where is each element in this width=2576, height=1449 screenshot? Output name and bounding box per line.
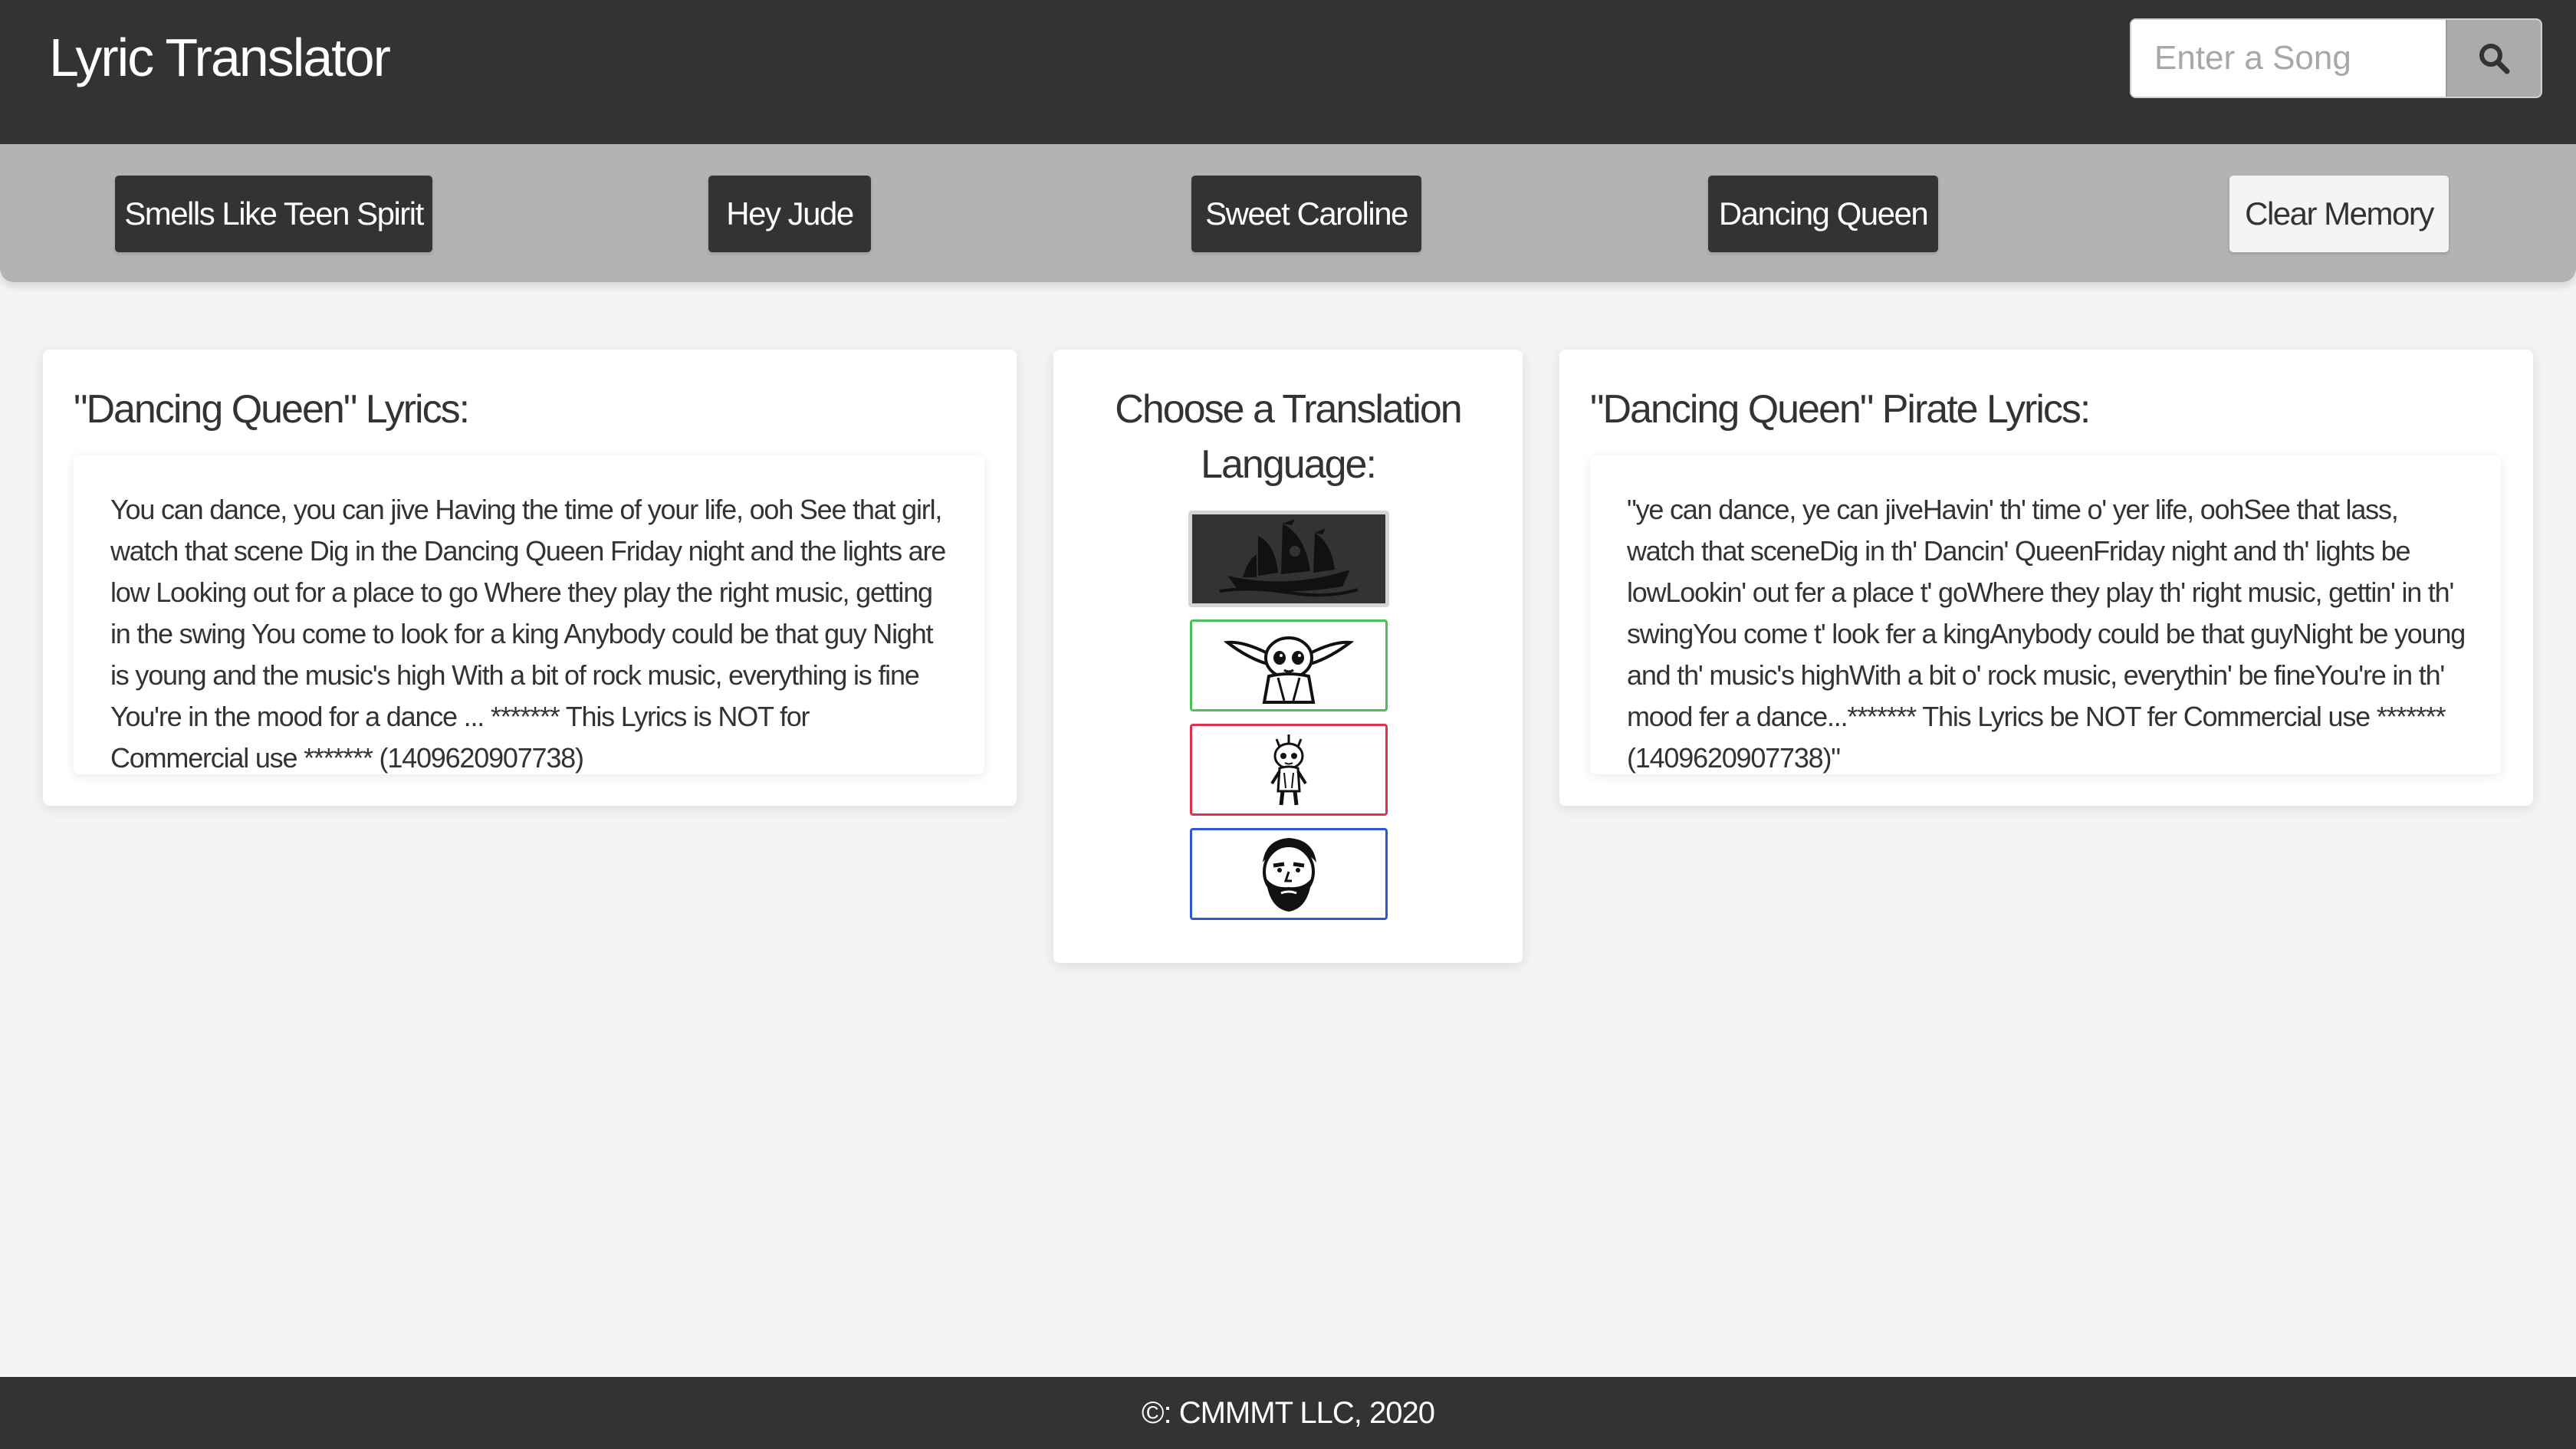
translated-lyrics-text: "ye can dance, ye can jiveHavin' th' tim… — [1590, 455, 2501, 774]
pirate-ship-icon — [1219, 519, 1359, 597]
language-chooser-title: Choose a Translation Language: — [1115, 387, 1462, 487]
translated-lyrics-title: "Dancing Queen" Pirate Lyrics: — [1590, 387, 2091, 432]
copyright-text: ©: CMMMT LLC, 2020 — [1142, 1396, 1435, 1430]
clear-memory-button[interactable]: Clear Memory — [2229, 176, 2449, 252]
page-footer: ©: CMMMT LLC, 2020 — [0, 1377, 2576, 1449]
search-input[interactable] — [2131, 20, 2446, 97]
translated-lyrics-card: "Dancing Queen" Pirate Lyrics: "ye can d… — [1559, 350, 2533, 806]
language-pirate-button[interactable] — [1188, 511, 1389, 607]
language-hodor-button[interactable] — [1190, 828, 1388, 920]
search-button[interactable] — [2446, 20, 2541, 97]
app-title: Lyric Translator — [49, 28, 391, 87]
app-header: Lyric Translator — [0, 0, 2576, 144]
search-icon — [2479, 44, 2510, 74]
hodor-icon — [1263, 838, 1316, 912]
language-yoda-button[interactable] — [1190, 619, 1388, 711]
original-lyrics-title: "Dancing Queen" Lyrics: — [74, 387, 470, 432]
song-bar: Smells Like Teen Spirit Hey Jude Sweet C… — [0, 144, 2576, 282]
song-button-sweet-caroline[interactable]: Sweet Caroline — [1191, 176, 1421, 252]
search-form — [2130, 18, 2542, 98]
language-chooser-card: Choose a Translation Language: — [1053, 350, 1523, 963]
original-lyrics-text: You can dance, you can jive Having the t… — [74, 455, 984, 774]
groot-icon — [1270, 734, 1307, 806]
original-lyrics-card: "Dancing Queen" Lyrics: You can dance, y… — [43, 350, 1017, 806]
song-button-smells-like-teen-spirit[interactable]: Smells Like Teen Spirit — [115, 176, 432, 252]
song-button-dancing-queen[interactable]: Dancing Queen — [1708, 176, 1938, 252]
language-groot-button[interactable] — [1190, 724, 1388, 816]
baby-yoda-icon — [1223, 636, 1355, 704]
song-button-hey-jude[interactable]: Hey Jude — [708, 176, 871, 252]
